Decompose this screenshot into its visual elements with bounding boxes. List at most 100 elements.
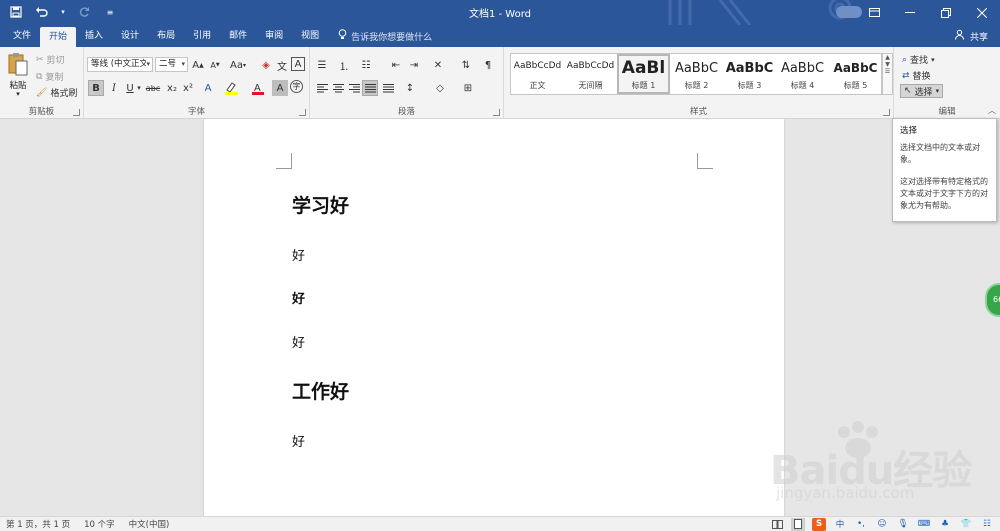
paste-icon	[5, 52, 31, 79]
borders-icon[interactable]: ⊞	[460, 80, 476, 96]
sort-icon[interactable]: ⇅	[458, 57, 474, 73]
gallery-up-icon[interactable]: ▲	[883, 54, 892, 61]
align-right-icon[interactable]	[346, 80, 362, 96]
copy-button[interactable]: ⧉ 复制	[36, 70, 64, 84]
copy-label: 复制	[45, 73, 64, 83]
show-marks-icon[interactable]: ¶	[480, 57, 496, 73]
style-heading-1[interactable]: AaBl 标题 1	[617, 54, 670, 94]
decrease-indent-icon[interactable]: ⇤	[388, 57, 404, 73]
floating-assistant-badge[interactable]: 66	[985, 283, 1000, 317]
punctuation-icon[interactable]: •,	[854, 518, 868, 531]
underline-dropdown-icon[interactable]: ▾	[134, 80, 144, 96]
ribbon-tabs: 文件 开始 插入 设计 布局 引用 邮件 审阅 视图 告诉我你想要做什么	[0, 25, 1000, 47]
tab-mailings[interactable]: 邮件	[220, 25, 256, 47]
tab-file[interactable]: 文件	[4, 25, 40, 47]
language-indicator[interactable]: 中文(中国)	[129, 518, 170, 530]
ribbon: 粘贴 ▾ ✂ 剪切 ⧉ 复制 🖌 格式刷 剪贴板 等线 (中文正文) ▾ 二号 …	[0, 47, 1000, 119]
restore-icon[interactable]	[928, 0, 964, 25]
distributed-icon[interactable]	[380, 80, 396, 96]
enclose-characters-icon[interactable]: 字	[290, 80, 303, 93]
gallery-more-icon[interactable]: ☰	[883, 68, 892, 75]
tab-home[interactable]: 开始	[40, 27, 77, 47]
toolbox-icon[interactable]: ☷	[980, 518, 994, 531]
heading-paragraph[interactable]: 学习好	[292, 191, 349, 218]
format-painter-button[interactable]: 🖌 格式刷	[36, 86, 77, 100]
superscript-button[interactable]: x²	[180, 80, 196, 96]
highlight-color-icon[interactable]	[222, 80, 242, 96]
style-heading-3[interactable]: AaBbC 标题 3	[723, 54, 776, 94]
tab-references[interactable]: 引用	[184, 25, 220, 47]
tab-layout[interactable]: 布局	[148, 25, 184, 47]
style-normal[interactable]: AaBbCcDd 正文	[511, 54, 564, 94]
tell-me-box[interactable]: 告诉我你想要做什么	[328, 25, 442, 47]
strikethrough-button[interactable]: abc	[144, 80, 162, 96]
font-launcher-icon[interactable]	[299, 109, 306, 116]
keyboard-icon[interactable]: ⌨	[917, 518, 931, 531]
page-count[interactable]: 第 1 页，共 1 页	[6, 518, 70, 530]
word-count[interactable]: 10 个字	[84, 518, 115, 530]
grow-font-icon[interactable]: A ▲	[190, 57, 206, 73]
shading-icon[interactable]: ◇	[432, 80, 448, 96]
character-shading-icon[interactable]: A	[272, 80, 288, 96]
bullets-icon[interactable]: ☰	[314, 57, 330, 73]
text-effects-icon[interactable]: A	[200, 80, 216, 96]
clipboard-launcher-icon[interactable]	[73, 109, 80, 116]
font-color-icon[interactable]: A	[248, 80, 268, 96]
italic-button[interactable]: I	[106, 80, 122, 96]
share-button[interactable]: 共享	[954, 25, 988, 47]
justify-icon[interactable]	[362, 80, 378, 96]
numbering-icon[interactable]: ⒈	[336, 57, 352, 73]
clear-formatting-icon[interactable]: ◈	[258, 57, 274, 73]
align-center-icon[interactable]	[330, 80, 346, 96]
tab-insert[interactable]: 插入	[76, 25, 112, 47]
replace-button[interactable]: ⇄ 替换	[902, 69, 931, 83]
body-paragraph[interactable]: 好	[292, 245, 305, 264]
style-heading-2[interactable]: AaBbC 标题 2	[670, 54, 723, 94]
microphone-icon[interactable]: 🎙	[896, 518, 910, 531]
line-spacing-icon[interactable]: ↕	[402, 80, 418, 96]
cut-button[interactable]: ✂ 剪切	[36, 53, 65, 67]
character-border-icon[interactable]: A	[291, 57, 305, 71]
bold-paragraph[interactable]: 好	[292, 288, 305, 307]
body-paragraph[interactable]: 好	[292, 332, 305, 351]
shrink-font-icon[interactable]: A ▼	[207, 57, 223, 73]
style-no-spacing[interactable]: AaBbCcDd 无间隔	[564, 54, 617, 94]
ime-chinese-mode[interactable]: 中	[833, 518, 847, 531]
font-size-combo[interactable]: 二号 ▾	[155, 57, 188, 72]
chevron-down-icon: ▾	[931, 55, 935, 64]
chinese-layout-icon[interactable]: ✕	[430, 57, 446, 73]
select-button[interactable]: ↖ 选择 ▾	[900, 84, 944, 98]
tab-review[interactable]: 审阅	[256, 25, 292, 47]
increase-indent-icon[interactable]: ⇥	[406, 57, 422, 73]
tab-view[interactable]: 视图	[292, 25, 328, 47]
print-layout-icon[interactable]	[791, 517, 805, 531]
styles-gallery-scroll[interactable]: ▲ ▼ ☰	[882, 53, 893, 95]
paste-button[interactable]: 粘贴 ▾	[5, 52, 31, 98]
style-heading-5[interactable]: AaBbC 标题 5	[829, 54, 882, 94]
skin-icon[interactable]: ♣	[938, 518, 952, 531]
font-name-combo[interactable]: 等线 (中文正文) ▾	[87, 57, 153, 72]
document-page[interactable]: 学习好 好 好 好 工作好 好	[204, 119, 784, 516]
bold-button[interactable]: B	[88, 80, 104, 96]
paragraph-launcher-icon[interactable]	[493, 109, 500, 116]
align-left-icon[interactable]	[314, 80, 330, 96]
multilevel-list-icon[interactable]: ☷	[358, 57, 374, 73]
styles-launcher-icon[interactable]	[883, 109, 890, 116]
body-paragraph[interactable]: 好	[292, 431, 305, 450]
emoji-icon[interactable]: ☺	[875, 518, 889, 531]
heading-paragraph[interactable]: 工作好	[292, 377, 349, 404]
phonetic-guide-icon[interactable]: 文	[274, 57, 290, 73]
close-icon[interactable]	[964, 0, 1000, 25]
tab-design[interactable]: 设计	[112, 25, 148, 47]
style-heading-4[interactable]: AaBbC 标题 4	[776, 54, 829, 94]
minimize-icon[interactable]	[892, 0, 928, 25]
ribbon-display-options-icon[interactable]	[856, 0, 892, 25]
gallery-down-icon[interactable]: ▼	[883, 61, 892, 68]
find-button[interactable]: ⌕ 查找 ▾	[902, 53, 935, 67]
collapse-ribbon-icon[interactable]: ︿	[988, 105, 996, 116]
change-case-icon[interactable]: Aa ▾	[227, 57, 249, 73]
shirt-icon[interactable]: 👕	[959, 518, 973, 531]
read-mode-icon[interactable]	[770, 518, 784, 531]
sogou-ime-icon[interactable]: S	[812, 517, 826, 531]
subscript-button[interactable]: x₂	[164, 80, 180, 96]
